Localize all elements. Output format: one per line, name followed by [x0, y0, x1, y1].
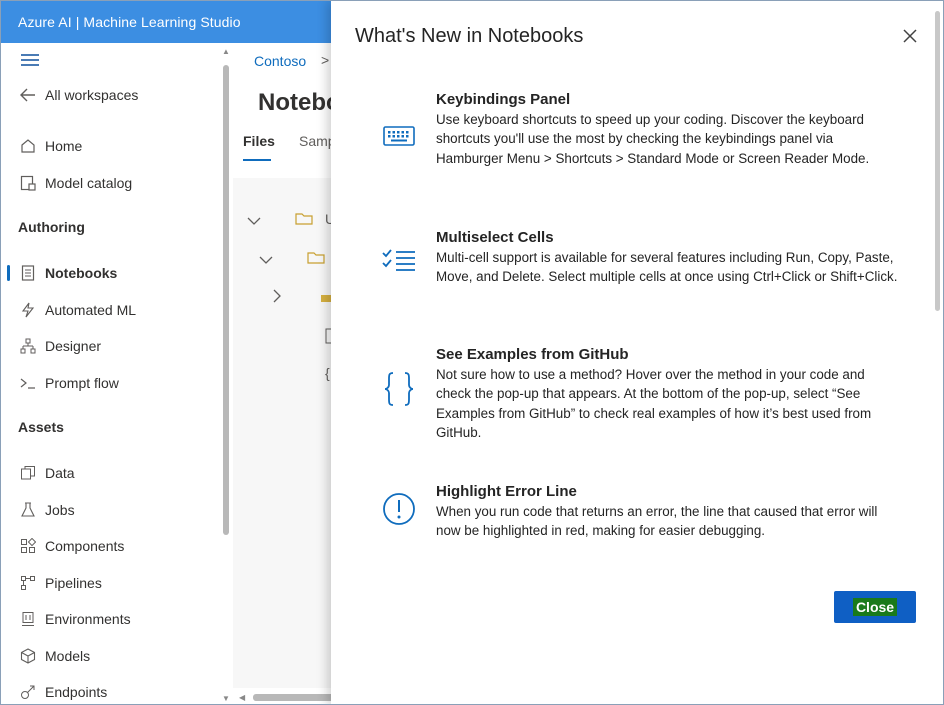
components-icon [19, 537, 37, 555]
cube-icon [19, 647, 37, 665]
sidebar-item-data[interactable]: Data [1, 458, 221, 488]
feature-description: Multi-cell support is available for seve… [436, 250, 898, 285]
breadcrumb[interactable]: Contoso [254, 53, 306, 69]
sidebar-item-label: Model catalog [45, 175, 133, 191]
checklist-icon [381, 243, 417, 279]
folder-icon [295, 211, 313, 228]
keyboard-icon [381, 118, 417, 154]
feature-heading: Highlight Error Line [436, 483, 577, 500]
sidebar-item-prompt-flow[interactable]: Prompt flow [1, 368, 221, 398]
sidebar-item-label: Jobs [45, 502, 75, 518]
sidebar-item-label: Environments [45, 611, 131, 627]
app-title: Azure AI | Machine Learning Studio [18, 14, 241, 30]
sidebar-item-label: Notebooks [45, 265, 118, 281]
designer-icon [19, 337, 37, 355]
feature-description: When you run code that returns an error,… [436, 504, 878, 539]
braces-icon [381, 371, 417, 407]
sidebar-item-label: Data [45, 465, 75, 481]
chevron-down-icon[interactable] [247, 213, 261, 229]
sidebar-item-label: Endpoints [45, 684, 108, 700]
feature-description: Not sure how to use a method? Hover over… [436, 367, 872, 440]
prompt-flow-icon [19, 374, 37, 392]
authoring-heading: Authoring [18, 219, 85, 235]
endpoints-icon [19, 683, 37, 701]
feature-heading: See Examples from GitHub [436, 346, 629, 363]
tab-files[interactable]: Files [243, 133, 275, 161]
error-circle-icon [381, 491, 417, 527]
horizontal-scroll-thumb[interactable] [253, 694, 343, 701]
catalog-icon [19, 174, 37, 192]
flask-icon [19, 501, 37, 519]
assets-heading: Assets [18, 419, 64, 435]
hamburger-menu-icon[interactable] [21, 54, 39, 66]
sidebar-item-label: Designer [45, 338, 102, 354]
panel-title: What's New in Notebooks [355, 25, 584, 47]
sidebar-item-label: Components [45, 538, 125, 554]
whats-new-panel: What's New in Notebooks Keybindings Pane… [331, 1, 943, 704]
sidebar-item-label: Home [45, 138, 83, 154]
sidebar-item-notebooks[interactable]: Notebooks [1, 258, 221, 288]
sidebar-item-home[interactable]: Home [1, 131, 221, 161]
scroll-down-arrow-icon[interactable]: ▼ [222, 694, 230, 703]
folder-icon [307, 250, 325, 267]
app-window: Azure AI | Machine Learning Studio All w… [0, 0, 944, 705]
sidebar-item-model-catalog[interactable]: Model catalog [1, 168, 221, 198]
sidebar-item-components[interactable]: Components [1, 531, 221, 561]
sidebar-item-automated-ml[interactable]: Automated ML [1, 295, 221, 325]
close-icon[interactable] [899, 26, 921, 48]
breadcrumb-separator: > [321, 52, 330, 68]
chevron-right-icon[interactable] [273, 289, 282, 306]
sidebar-item-label: Models [45, 648, 91, 664]
scroll-up-arrow-icon[interactable]: ▲ [222, 47, 230, 56]
sidebar-item-label: Pipelines [45, 575, 102, 591]
sidebar-item-label: Automated ML [45, 302, 137, 318]
close-button[interactable]: Close [834, 591, 916, 623]
panel-scroll-thumb[interactable] [935, 11, 940, 311]
all-workspaces-link[interactable]: All workspaces [1, 80, 221, 110]
all-workspaces-label: All workspaces [45, 87, 139, 103]
data-icon [19, 464, 37, 482]
home-icon [19, 137, 37, 155]
arrow-left-icon [19, 86, 37, 104]
sidebar-scroll-thumb[interactable] [223, 65, 229, 535]
pipelines-icon [19, 574, 37, 592]
json-file-icon: { [325, 365, 330, 381]
sidebar-item-pipelines[interactable]: Pipelines [1, 568, 221, 598]
lightning-icon [19, 301, 37, 319]
feature-description: Use keyboard shortcuts to speed up your … [436, 112, 870, 166]
sidebar-item-jobs[interactable]: Jobs [1, 495, 221, 525]
sidebar-scrollbar[interactable]: ▲ ▼ [221, 47, 231, 704]
close-button-label: Close [852, 598, 898, 616]
scroll-left-arrow-icon[interactable]: ◀ [239, 693, 245, 702]
page-title: Notebo [258, 89, 341, 116]
feature-heading: Multiselect Cells [436, 229, 554, 246]
chevron-down-icon[interactable] [259, 252, 273, 268]
environments-icon [19, 610, 37, 628]
panel-scrollbar[interactable] [933, 1, 943, 704]
sidebar-item-models[interactable]: Models [1, 641, 221, 671]
feature-heading: Keybindings Panel [436, 91, 571, 108]
sidebar: All workspaces Home Model catalog Author… [1, 43, 233, 704]
sidebar-item-designer[interactable]: Designer [1, 331, 221, 361]
folder-icon [321, 291, 331, 307]
notebook-icon [19, 264, 37, 282]
sidebar-item-label: Prompt flow [45, 375, 119, 391]
sidebar-item-environments[interactable]: Environments [1, 604, 221, 634]
sidebar-item-endpoints[interactable]: Endpoints [1, 677, 221, 704]
